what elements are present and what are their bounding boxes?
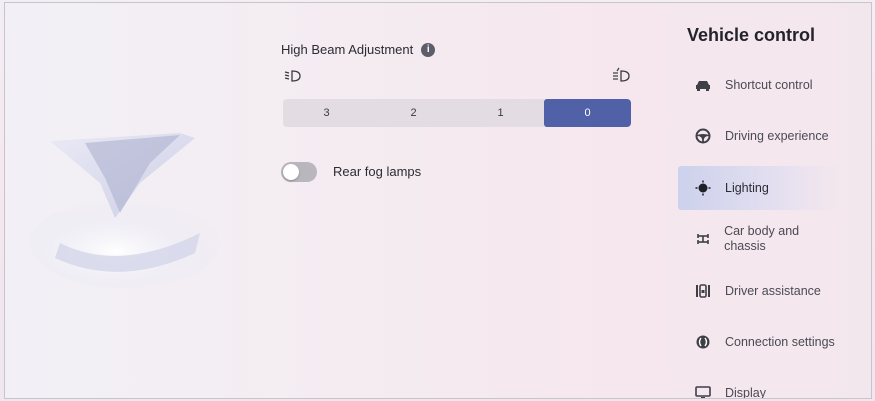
- display-icon: [694, 384, 712, 398]
- high-beam-level-0[interactable]: 0: [544, 99, 631, 127]
- sidebar-item-label: Car body and chassis: [724, 224, 800, 253]
- high-beam-section-title: High Beam Adjustment i: [281, 42, 436, 57]
- sidebar-item-lighting[interactable]: Lighting: [678, 166, 838, 210]
- high-beam-level-3[interactable]: 3: [283, 99, 370, 127]
- sidebar-item-label: Driver assistance: [725, 283, 821, 298]
- rear-fog-label: Rear fog lamps: [333, 164, 422, 179]
- high-beam-level-selector: 3 2 1 0: [283, 99, 631, 127]
- rear-fog-toggle[interactable]: [281, 162, 317, 182]
- car-illustration: [30, 133, 220, 288]
- sidebar-item-label: Connection settings: [725, 334, 835, 349]
- sidebar-item-label: Driving experience: [725, 128, 829, 143]
- chassis-icon: [694, 230, 711, 248]
- sidebar-item-car-body-chassis[interactable]: Car body and chassis: [678, 217, 838, 261]
- sidebar-item-label: Shortcut control: [725, 77, 813, 92]
- toggle-knob: [283, 164, 299, 180]
- high-beam-level-1[interactable]: 1: [457, 99, 544, 127]
- high-beam-title: High Beam Adjustment: [281, 42, 414, 57]
- driver-assist-icon: [694, 282, 712, 300]
- headlight-high-icon: [613, 67, 630, 82]
- steering-wheel-icon: [694, 127, 712, 145]
- sidebar-item-driving-experience[interactable]: Driving experience: [678, 114, 838, 158]
- lightbulb-icon: [694, 179, 712, 197]
- sidebar-title: Vehicle control: [687, 25, 816, 45]
- car-icon: [694, 76, 712, 94]
- sidebar-item-connection-settings[interactable]: Connection settings: [678, 320, 838, 364]
- sidebar-item-driver-assistance[interactable]: Driver assistance: [678, 269, 838, 313]
- connection-icon: [694, 333, 712, 351]
- sidebar-item-display[interactable]: Display: [678, 371, 838, 399]
- info-icon[interactable]: i: [421, 42, 436, 57]
- sidebar-item-label: Display: [725, 385, 766, 399]
- sidebar-item-shortcut-control[interactable]: Shortcut control: [678, 63, 838, 107]
- headlight-low-icon: [284, 70, 301, 82]
- high-beam-level-2[interactable]: 2: [370, 99, 457, 127]
- sidebar-item-label: Lighting: [725, 180, 769, 195]
- vehicle-screen: High Beam Adjustment i 3 2 1 0 Rear fog …: [4, 2, 872, 399]
